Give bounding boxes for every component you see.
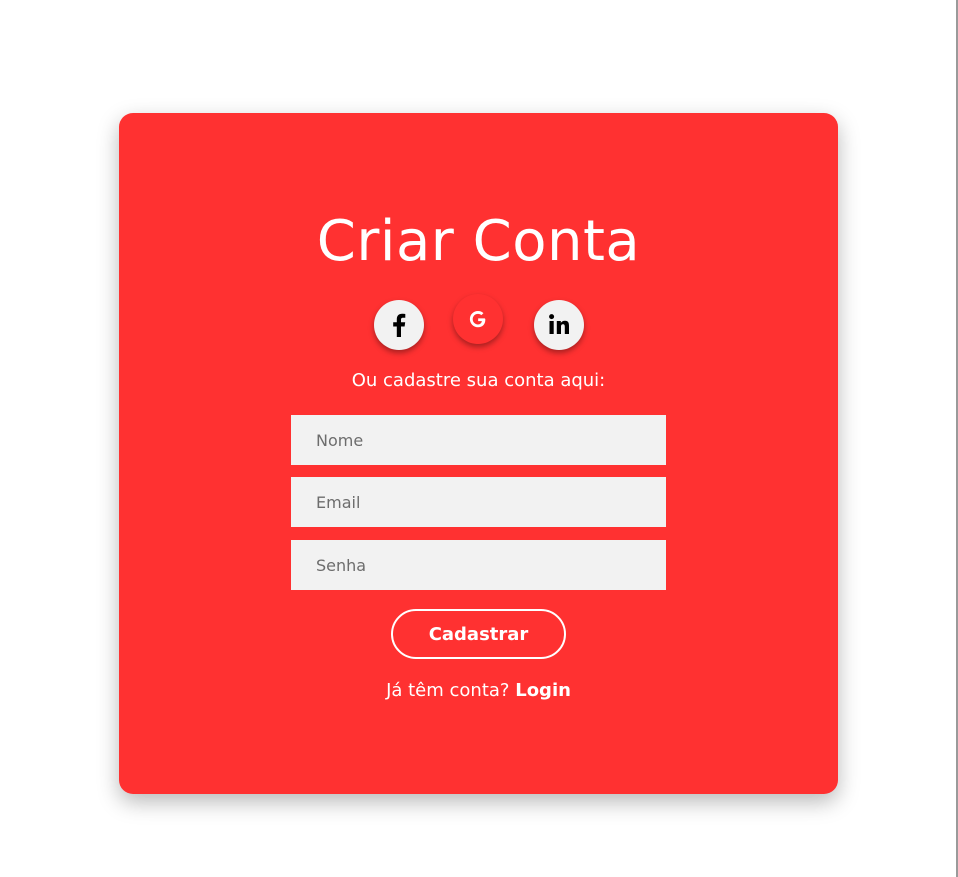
signup-subtitle: Ou cadastre sua conta aqui: — [351, 370, 606, 391]
login-prompt-text: Já têm conta? — [386, 680, 510, 701]
login-prompt-row: Já têm conta? Login — [119, 680, 838, 701]
linkedin-login-button[interactable] — [534, 300, 584, 350]
login-link[interactable]: Login — [515, 680, 571, 701]
email-field[interactable] — [291, 477, 666, 527]
signup-card: Criar Conta Ou cadastre sua conta aqui: … — [119, 113, 838, 794]
linkedin-icon — [549, 314, 569, 334]
password-field[interactable] — [291, 540, 666, 590]
name-field[interactable] — [291, 415, 666, 465]
facebook-login-button[interactable] — [374, 300, 424, 350]
facebook-icon — [393, 313, 406, 337]
page: Criar Conta Ou cadastre sua conta aqui: … — [0, 0, 958, 877]
google-icon — [469, 311, 486, 328]
google-login-button[interactable] — [453, 294, 503, 344]
page-title: Criar Conta — [316, 209, 641, 274]
signup-button[interactable]: Cadastrar — [391, 609, 566, 659]
